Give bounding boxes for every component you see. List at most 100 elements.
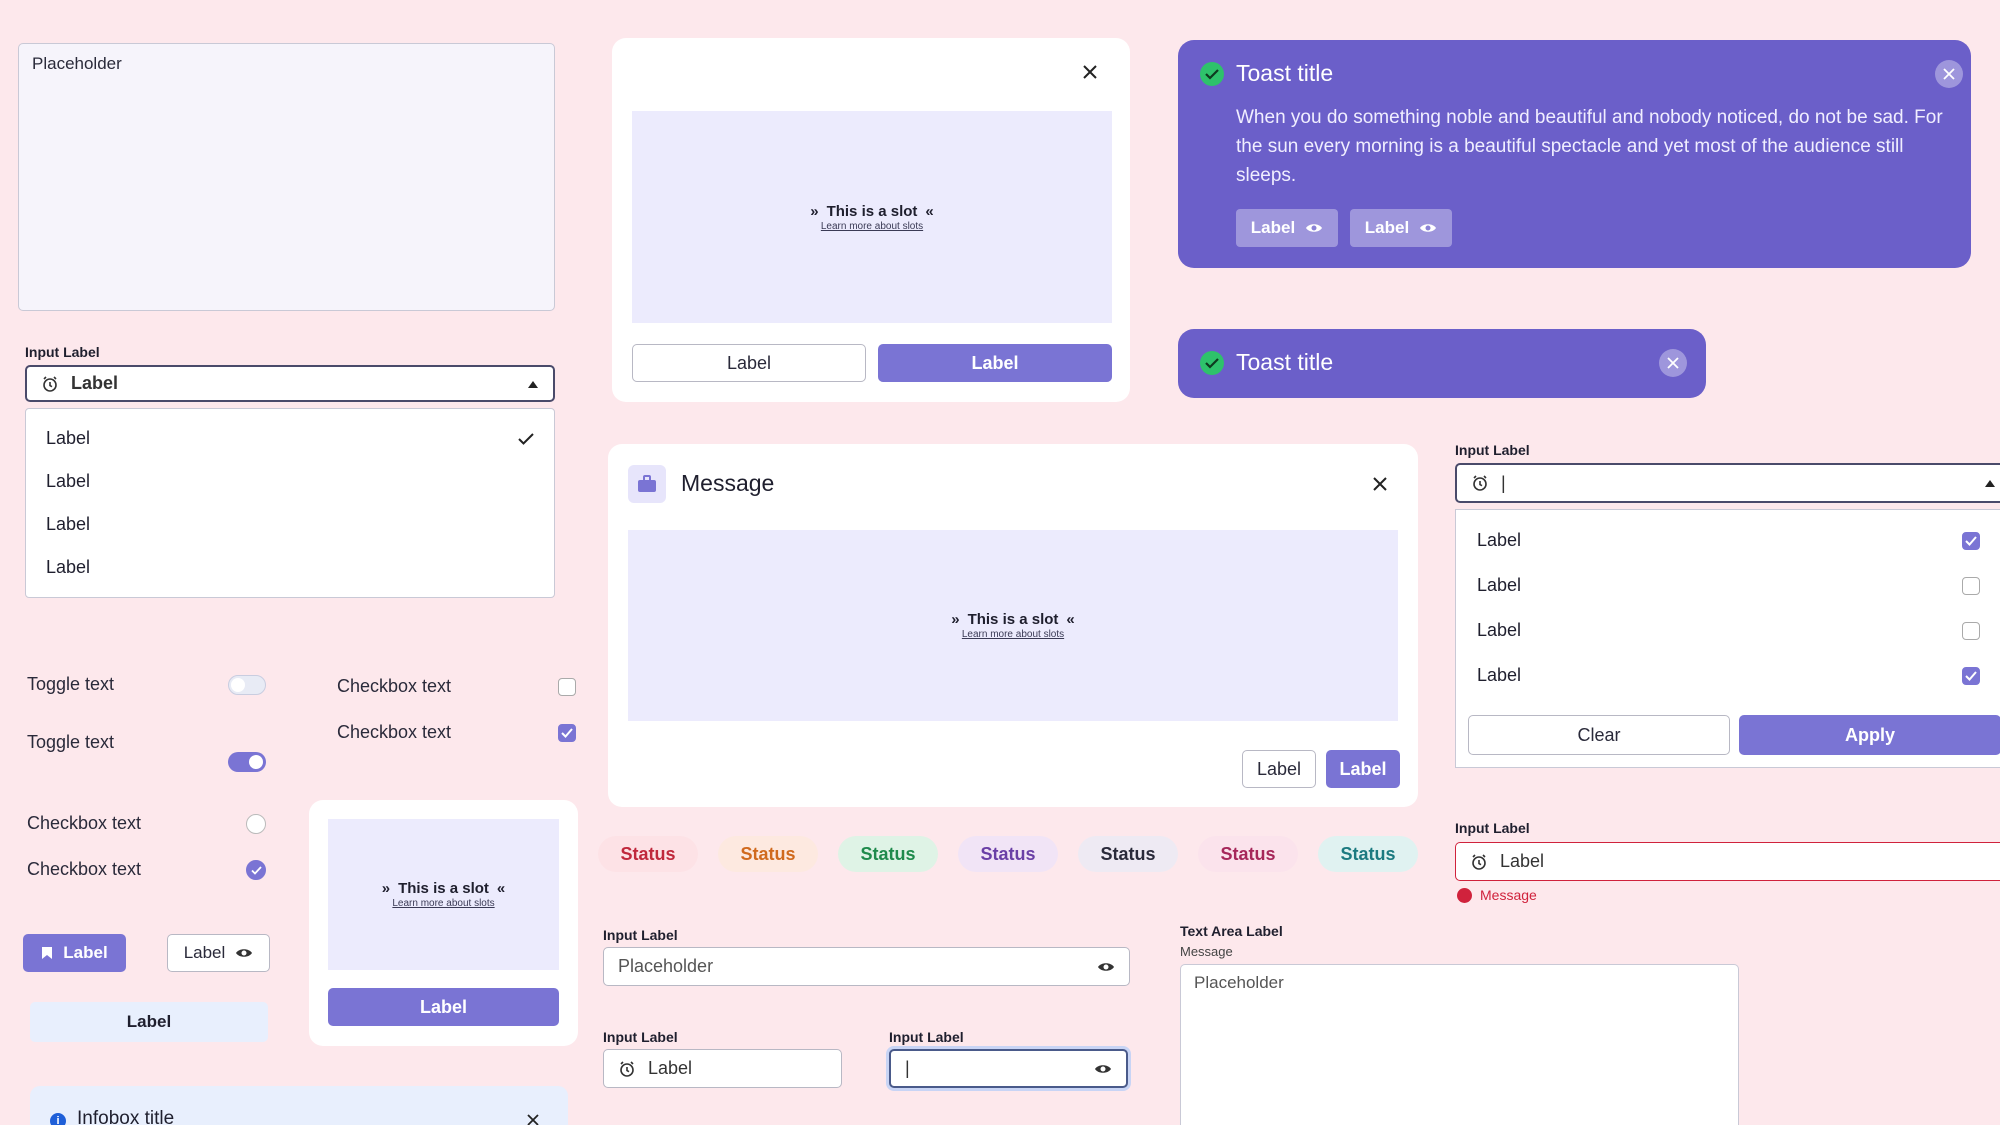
chevrons-left-icon: «	[925, 202, 934, 220]
option-label: Label	[1477, 530, 1522, 550]
alarm-clock-icon	[1471, 474, 1489, 492]
textarea-labeled[interactable]: Placeholder	[1180, 964, 1739, 1125]
close-icon[interactable]	[527, 1114, 539, 1125]
eye-icon	[235, 947, 253, 959]
confirm-button[interactable]: Label	[878, 344, 1112, 382]
focused-input-cursor: |	[905, 1058, 910, 1078]
checkbox-checked[interactable]	[1962, 666, 1980, 685]
icon-input[interactable]: Label	[603, 1049, 842, 1088]
status-badge: Status	[718, 836, 818, 872]
select-left-value: Label	[71, 373, 119, 393]
password-input[interactable]: Placeholder	[603, 947, 1130, 986]
toggle-off[interactable]	[228, 675, 266, 695]
eye-icon	[1419, 222, 1437, 234]
modal-title: Message	[681, 470, 775, 496]
toast-title: Toast title	[1236, 60, 1334, 86]
error-input-value: Label	[1500, 851, 1545, 871]
slot-area: » This is a slot « Learn more about slot…	[328, 819, 559, 970]
briefcase-icon	[637, 475, 657, 493]
toggle-on[interactable]	[228, 752, 266, 772]
chevrons-right-icon: »	[381, 880, 391, 897]
bookmark-button[interactable]: Label	[23, 934, 126, 972]
multiselect-option[interactable]: Label	[1456, 653, 2000, 698]
checkbox-checked[interactable]	[1962, 531, 1980, 550]
toast-close-button[interactable]	[1659, 349, 1687, 377]
dropdown-option[interactable]: Label	[26, 417, 554, 460]
eye-icon[interactable]	[1097, 961, 1115, 973]
option-label: Label	[46, 557, 91, 577]
toast-body: When you do something noble and beautifu…	[1236, 107, 1943, 186]
textarea-sublabel: Message	[1180, 944, 1233, 959]
checkbox-text: Checkbox text	[337, 676, 452, 696]
password-input-placeholder: Placeholder	[618, 956, 714, 976]
radio-unchecked[interactable]	[246, 814, 266, 834]
textarea-placeholder: Placeholder	[1194, 973, 1284, 992]
checkbox-checked[interactable]	[558, 724, 576, 742]
select-left-input[interactable]: Label	[25, 365, 555, 402]
infobox-title: Infobox title	[77, 1108, 175, 1125]
status-row: Status Status Status Status Status Statu…	[598, 836, 1418, 872]
toast-close-button[interactable]	[1935, 60, 1963, 88]
clear-button[interactable]: Clear	[1468, 715, 1730, 755]
multiselect-option[interactable]: Label	[1456, 563, 2000, 608]
checkbox-unchecked[interactable]	[1962, 576, 1980, 595]
multiselect-dropdown: Label Label Label Label Clear Apply	[1455, 509, 2000, 768]
close-icon[interactable]	[1372, 476, 1388, 492]
dropdown-option[interactable]: Label	[26, 503, 554, 546]
dropdown-option[interactable]: Label	[26, 460, 554, 503]
slot-link[interactable]: Learn more about slots	[962, 629, 1064, 640]
slot-link[interactable]: Learn more about slots	[821, 221, 923, 232]
textarea-top-placeholder: Placeholder	[32, 54, 122, 73]
status-badge: Status	[1318, 836, 1418, 872]
toast-small: Toast title	[1178, 329, 1706, 398]
checkbox-unchecked[interactable]	[558, 678, 576, 696]
briefcase-icon-box	[628, 465, 666, 503]
close-icon[interactable]	[1082, 64, 1098, 80]
checkbox-unchecked[interactable]	[1962, 621, 1980, 640]
confirm-button[interactable]: Label	[1326, 750, 1400, 788]
error-input[interactable]: Label	[1455, 842, 2000, 881]
textarea-label: Text Area Label	[1180, 923, 1283, 939]
status-badge: Status	[1078, 836, 1178, 872]
slot-title: This is a slot	[398, 880, 489, 897]
multiselect-option[interactable]: Label	[1456, 608, 2000, 653]
error-message-text: Message	[1480, 887, 1537, 903]
ghost-button[interactable]: Label	[30, 1002, 268, 1042]
eye-icon[interactable]	[1094, 1063, 1112, 1075]
message-modal: Message » This is a slot « Learn more ab…	[608, 444, 1418, 807]
icon-input-label: Input Label	[603, 1029, 678, 1045]
slot-area: » This is a slot « Learn more about slot…	[628, 530, 1398, 721]
slot-area: » This is a slot « Learn more about slot…	[632, 111, 1112, 323]
toast-action-button[interactable]: Label	[1236, 209, 1338, 247]
cancel-button[interactable]: Label	[632, 344, 866, 382]
radio-checked[interactable]	[246, 860, 266, 880]
slot-title: This is a slot	[967, 611, 1059, 628]
error-icon	[1457, 887, 1472, 903]
toast-action-button[interactable]: Label	[1350, 209, 1452, 247]
status-badge: Status	[1198, 836, 1298, 872]
toast-title: Toast title	[1236, 349, 1334, 375]
option-label: Label	[46, 471, 91, 491]
multiselect-cursor: |	[1501, 472, 1506, 493]
checkmark-icon	[518, 432, 534, 446]
eye-button[interactable]: Label	[167, 934, 270, 972]
radio-text: Checkbox text	[27, 813, 142, 833]
slot-card-button[interactable]: Label	[328, 988, 559, 1026]
dropdown-option[interactable]: Label	[26, 546, 554, 589]
slot-link[interactable]: Learn more about slots	[392, 898, 494, 909]
slot-card: » This is a slot « Learn more about slot…	[309, 800, 578, 1046]
cancel-button[interactable]: Label	[1242, 750, 1316, 788]
focused-input[interactable]: |	[889, 1049, 1128, 1088]
status-badge: Status	[958, 836, 1058, 872]
error-input-label: Input Label	[1455, 820, 1530, 836]
alarm-clock-icon	[41, 375, 59, 393]
status-badge: Status	[838, 836, 938, 872]
multiselect-input[interactable]: |	[1455, 463, 2000, 503]
focused-input-label: Input Label	[889, 1029, 964, 1045]
select-left-label: Input Label	[25, 344, 100, 360]
multiselect-option[interactable]: Label	[1456, 518, 2000, 563]
textarea-top[interactable]: Placeholder	[18, 43, 555, 311]
alarm-clock-icon	[618, 1060, 636, 1078]
apply-button[interactable]: Apply	[1739, 715, 2000, 755]
alarm-clock-icon	[1470, 853, 1488, 871]
